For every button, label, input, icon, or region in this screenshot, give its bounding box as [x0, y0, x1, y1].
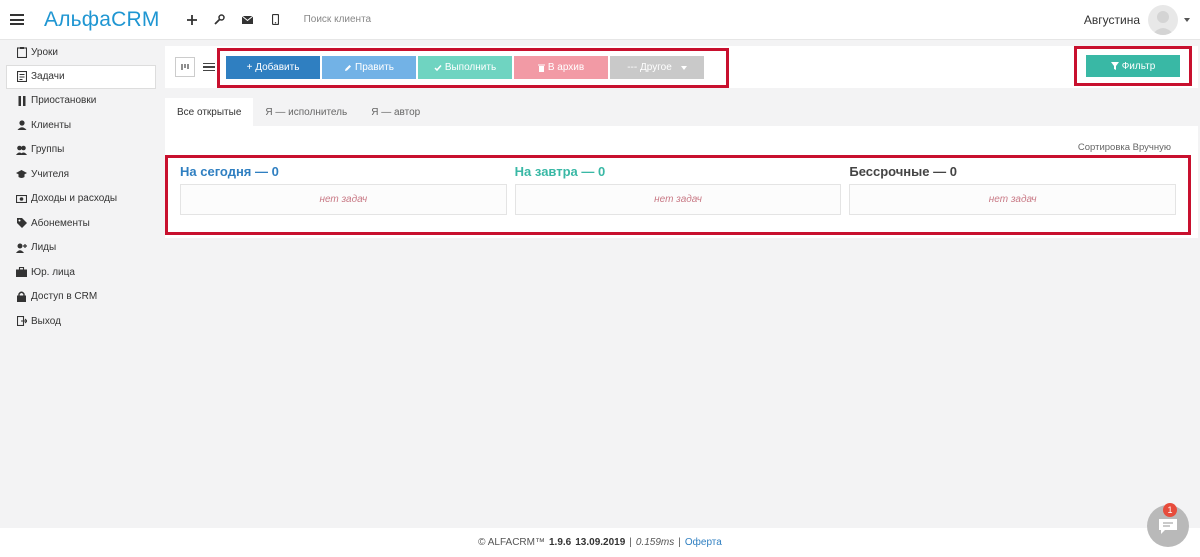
task-tabs: Все открытые Я — исполнитель Я — автор	[165, 98, 1198, 126]
filter-icon	[1110, 62, 1119, 70]
check-icon	[434, 64, 442, 71]
trash-icon	[537, 64, 545, 72]
column-tomorrow: На завтра — 0 нет задач	[514, 162, 842, 232]
column-no-deadline: Бессрочные — 0 нет задач	[849, 162, 1177, 232]
tag-icon	[16, 218, 27, 229]
sidebar-item[interactable]: Клиенты	[0, 113, 160, 138]
wrench-icon[interactable]	[206, 6, 234, 34]
sidebar-item[interactable]: Доходы и расходы	[0, 187, 160, 212]
sidebar-item-label: Юр. лица	[31, 266, 75, 278]
footer: © ALFACRM™ 1.9.6 13.09.2019 | 0.159ms | …	[0, 528, 1200, 557]
sidebar-item[interactable]: Уроки	[0, 40, 160, 65]
edit-task-label: Править	[355, 62, 394, 73]
mobile-icon[interactable]	[262, 6, 290, 34]
sign-out-icon	[16, 316, 27, 327]
column-title: Бессрочные — 0	[849, 164, 957, 179]
graduation-cap-icon	[16, 169, 27, 180]
render-time: 0.159ms	[635, 537, 675, 548]
offer-link[interactable]: Оферта	[685, 537, 722, 548]
chevron-down-icon	[680, 65, 687, 70]
task-panel: Сортировка Вручную На сегодня — 0 нет за…	[165, 126, 1198, 238]
sidebar-item-label: Приостановки	[31, 95, 97, 107]
sidebar-item-label: Задачи	[31, 71, 65, 82]
complete-task-label: Выполнить	[444, 62, 497, 73]
user-name: Августина	[1083, 13, 1140, 27]
separator: |	[678, 537, 681, 548]
add-task-button[interactable]: + Добавить	[226, 56, 320, 79]
tab[interactable]: Я — автор	[359, 98, 432, 126]
avatar[interactable]	[1148, 5, 1178, 35]
filter-label: Фильтр	[1121, 60, 1156, 72]
user-icon	[16, 120, 27, 131]
sidebar-item[interactable]: Задачи	[6, 64, 156, 89]
other-actions-button[interactable]: --- Другое	[610, 56, 704, 79]
sidebar-item[interactable]: Приостановки	[0, 89, 160, 114]
separator: |	[629, 537, 632, 548]
edit-task-button[interactable]: Править	[322, 56, 416, 79]
user-plus-icon	[16, 242, 27, 253]
task-columns: На сегодня — 0 нет задач На завтра — 0 н…	[165, 155, 1191, 235]
toolbar: + Добавить Править Выполнить В архив ---…	[165, 46, 1198, 88]
sidebar-item-label: Доходы и расходы	[31, 193, 118, 205]
empty-tasks-box: нет задач	[514, 184, 842, 215]
menu-icon[interactable]	[10, 14, 24, 25]
lock-icon	[16, 291, 27, 303]
sidebar-item[interactable]: Учителя	[0, 162, 160, 187]
sidebar-item-label: Группы	[31, 144, 65, 156]
sidebar-item-label: Уроки	[31, 46, 58, 58]
complete-task-button[interactable]: Выполнить	[418, 56, 512, 79]
chat-badge: 1	[1163, 503, 1177, 517]
clipboard-icon	[16, 46, 27, 58]
tab[interactable]: Я — исполнитель	[253, 98, 359, 126]
sidebar-item[interactable]: Абонементы	[0, 211, 160, 236]
briefcase-icon	[16, 267, 27, 278]
empty-tasks-box: нет задач	[849, 184, 1177, 215]
chat-icon	[1159, 519, 1177, 534]
tab[interactable]: Все открытые	[165, 98, 254, 126]
filter-button[interactable]: Фильтр	[1086, 55, 1180, 77]
chevron-down-icon[interactable]	[1184, 18, 1190, 22]
pencil-icon	[345, 64, 351, 71]
sidebar: Уроки Задачи Приостановки Клиенты Группы Учит…	[0, 40, 160, 334]
sort-selector[interactable]: Сортировка Вручную	[1078, 142, 1171, 153]
sidebar-item-label: Клиенты	[31, 119, 72, 131]
archive-task-button[interactable]: В архив	[514, 56, 608, 79]
plus-icon[interactable]	[178, 6, 206, 34]
user-menu[interactable]: Августина	[1084, 0, 1190, 40]
top-icons	[178, 6, 290, 34]
archive-task-label: В архив	[547, 62, 585, 73]
sidebar-item-label: Выход	[31, 315, 61, 327]
pause-icon	[16, 95, 27, 106]
sidebar-item-label: Абонементы	[31, 217, 90, 229]
list-view-button[interactable]	[203, 62, 215, 72]
envelope-icon[interactable]	[234, 6, 262, 34]
column-title: На сегодня — 0	[180, 164, 279, 179]
app-logo[interactable]: АльфаCRM	[44, 8, 160, 32]
main-content: + Добавить Править Выполнить В архив ---…	[165, 46, 1198, 238]
add-task-label: + Добавить	[246, 62, 300, 73]
filter-highlight: Фильтр	[1074, 46, 1192, 86]
top-bar: АльфаCRM Августина	[0, 0, 1200, 40]
money-icon	[16, 193, 27, 204]
copyright: © ALFACRM™	[478, 537, 545, 548]
sidebar-item[interactable]: Лиды	[0, 236, 160, 261]
empty-tasks-box: нет задач	[180, 184, 507, 215]
sidebar-item[interactable]: Выход	[0, 309, 160, 334]
sidebar-item-label: Учителя	[31, 168, 70, 180]
column-today: На сегодня — 0 нет задач	[180, 162, 507, 232]
sidebar-item-label: Лиды	[31, 242, 57, 254]
users-icon	[16, 144, 27, 155]
sidebar-item[interactable]: Доступ в CRM	[0, 285, 160, 310]
version: 1.9.6	[548, 537, 572, 548]
sidebar-item[interactable]: Группы	[0, 138, 160, 163]
action-buttons-group: + Добавить Править Выполнить В архив ---…	[217, 48, 729, 88]
tasks-icon	[16, 71, 27, 82]
sidebar-item[interactable]: Юр. лица	[0, 260, 160, 285]
release-date: 13.09.2019	[575, 537, 626, 548]
kanban-view-button[interactable]	[175, 57, 195, 77]
other-actions-label: --- Другое	[627, 62, 672, 73]
column-title: На завтра — 0	[514, 164, 606, 179]
client-search-input[interactable]	[303, 14, 504, 25]
sidebar-item-label: Доступ в CRM	[31, 291, 98, 303]
